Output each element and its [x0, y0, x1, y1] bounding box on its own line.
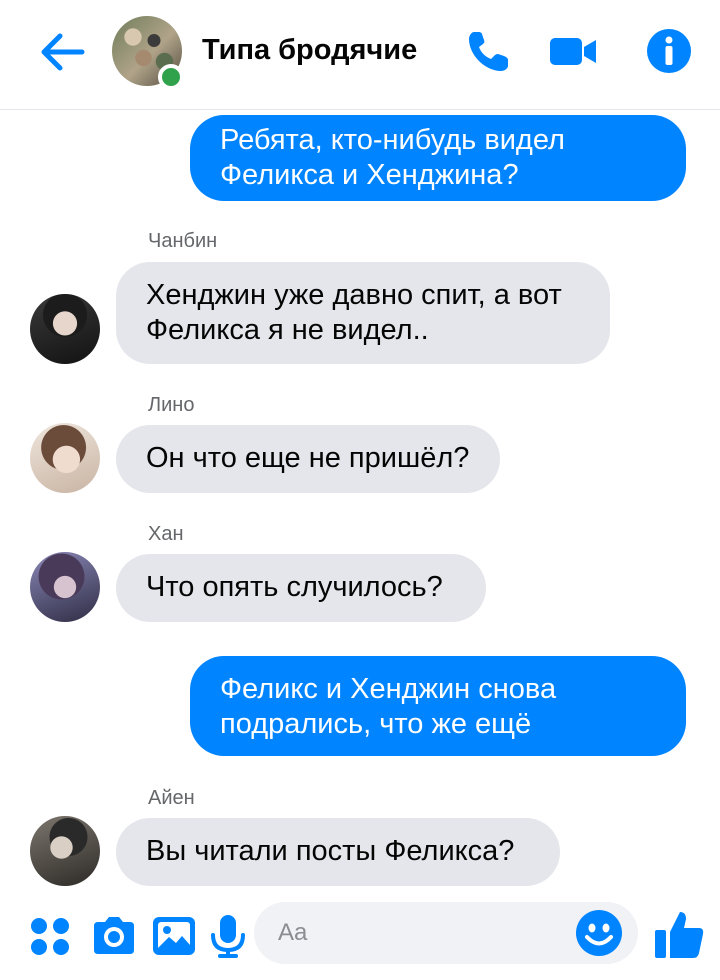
- incoming-message[interactable]: Хенджин уже давно спит, а вот Феликса я …: [116, 262, 610, 364]
- thumbs-up-icon[interactable]: [652, 908, 706, 962]
- message-input-box[interactable]: [254, 902, 638, 964]
- incoming-message[interactable]: Что опять случилось?: [116, 554, 486, 622]
- message-composer: [0, 890, 720, 980]
- sender-name: Чанбин: [148, 230, 218, 252]
- sender-avatar[interactable]: [30, 816, 100, 886]
- sender-avatar[interactable]: [30, 294, 100, 364]
- incoming-message[interactable]: Вы читали посты Феликса?: [116, 818, 560, 886]
- sender-avatar[interactable]: [30, 552, 100, 622]
- outgoing-message[interactable]: Ребята, кто-нибудь видел Феликса и Хендж…: [190, 115, 686, 201]
- camera-icon[interactable]: [90, 912, 138, 960]
- online-status-indicator: [158, 64, 184, 90]
- apps-grid-icon[interactable]: [26, 912, 74, 960]
- sender-name: Лино: [148, 394, 195, 416]
- sender-name: Хан: [148, 523, 184, 545]
- incoming-message[interactable]: Он что еще не пришёл?: [116, 425, 500, 493]
- message-input[interactable]: [278, 902, 578, 964]
- chat-title[interactable]: Типа бродячие: [202, 34, 417, 67]
- outgoing-message[interactable]: Феликс и Хенджин снова подрались, что же…: [190, 656, 686, 756]
- sender-avatar[interactable]: [30, 423, 100, 493]
- image-icon[interactable]: [150, 912, 198, 960]
- info-icon[interactable]: [644, 26, 694, 76]
- phone-icon[interactable]: [464, 26, 514, 76]
- chat-header: Типа бродячие: [0, 0, 720, 110]
- video-camera-icon[interactable]: [548, 26, 598, 76]
- smiley-icon[interactable]: [574, 908, 624, 958]
- microphone-icon[interactable]: [204, 912, 252, 960]
- back-arrow-icon[interactable]: [38, 30, 86, 74]
- sender-name: Айен: [148, 787, 195, 809]
